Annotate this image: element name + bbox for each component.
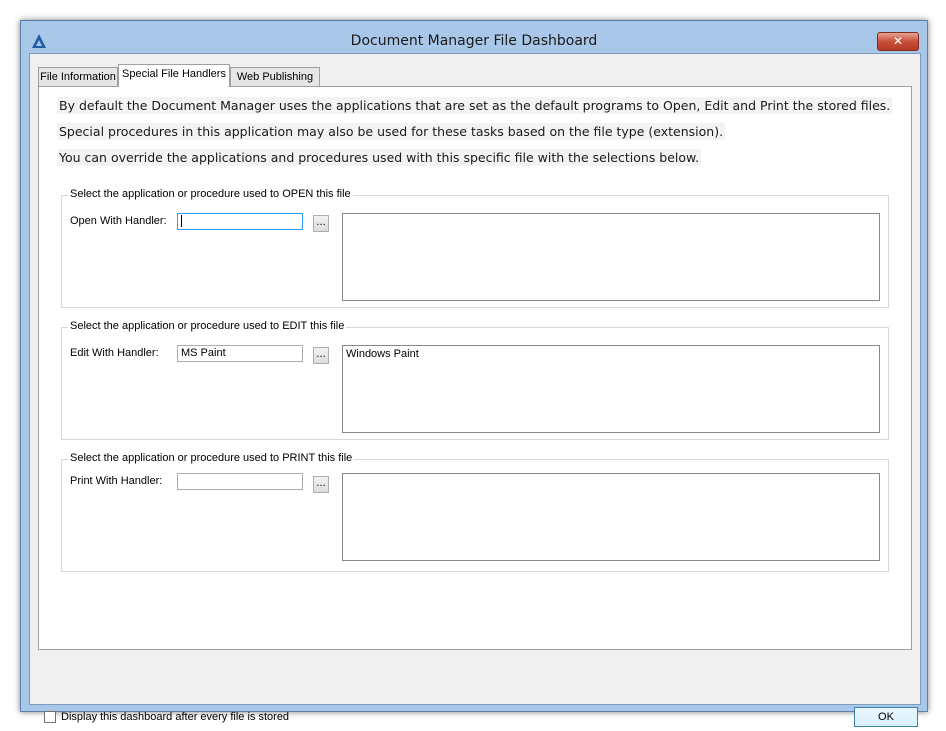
client-area: File Information Special File Handlers W… bbox=[29, 53, 921, 727]
open-handler-label: Open With Handler: bbox=[70, 215, 167, 227]
tab-file-information[interactable]: File Information bbox=[38, 67, 118, 86]
open-handler-description[interactable] bbox=[342, 213, 880, 301]
edit-group-title: Select the application or procedure used… bbox=[68, 320, 347, 332]
edit-handler-group: Select the application or procedure used… bbox=[61, 320, 889, 440]
print-handler-input[interactable] bbox=[177, 473, 303, 490]
edit-handler-description[interactable]: Windows Paint bbox=[342, 345, 880, 433]
print-browse-button[interactable]: ... bbox=[313, 476, 329, 493]
print-handler-description[interactable] bbox=[342, 473, 880, 561]
display-dashboard-checkbox[interactable] bbox=[44, 711, 56, 723]
tab-panel: By default the Document Manager uses the… bbox=[38, 86, 912, 650]
text-caret bbox=[181, 215, 182, 228]
open-handler-group: Select the application or procedure used… bbox=[61, 188, 889, 308]
open-group-title: Select the application or procedure used… bbox=[68, 188, 353, 200]
title-bar[interactable]: Document Manager File Dashboard ✕ bbox=[21, 21, 927, 53]
print-handler-group: Select the application or procedure used… bbox=[61, 452, 889, 572]
tab-web-publishing[interactable]: Web Publishing bbox=[230, 67, 320, 86]
ok-button[interactable]: OK bbox=[854, 707, 918, 727]
tab-special-file-handlers[interactable]: Special File Handlers bbox=[118, 64, 230, 87]
edit-handler-label: Edit With Handler: bbox=[70, 347, 159, 359]
window-title: Document Manager File Dashboard bbox=[350, 33, 598, 49]
intro-text-3: You can override the applications and pr… bbox=[57, 149, 702, 166]
print-handler-label: Print With Handler: bbox=[70, 475, 163, 487]
intro-text-2: Special procedures in this application m… bbox=[57, 123, 726, 140]
open-browse-button[interactable]: ... bbox=[313, 215, 329, 232]
print-group-title: Select the application or procedure used… bbox=[68, 452, 355, 464]
dashboard-window: Document Manager File Dashboard ✕ File I… bbox=[20, 20, 928, 727]
intro-text-1: By default the Document Manager uses the… bbox=[57, 97, 893, 114]
close-button[interactable]: ✕ bbox=[877, 32, 919, 51]
open-handler-input[interactable] bbox=[177, 213, 303, 230]
edit-browse-button[interactable]: ... bbox=[313, 347, 329, 364]
edit-handler-input[interactable]: MS Paint bbox=[177, 345, 303, 362]
display-dashboard-label[interactable]: Display this dashboard after every file … bbox=[61, 711, 289, 723]
